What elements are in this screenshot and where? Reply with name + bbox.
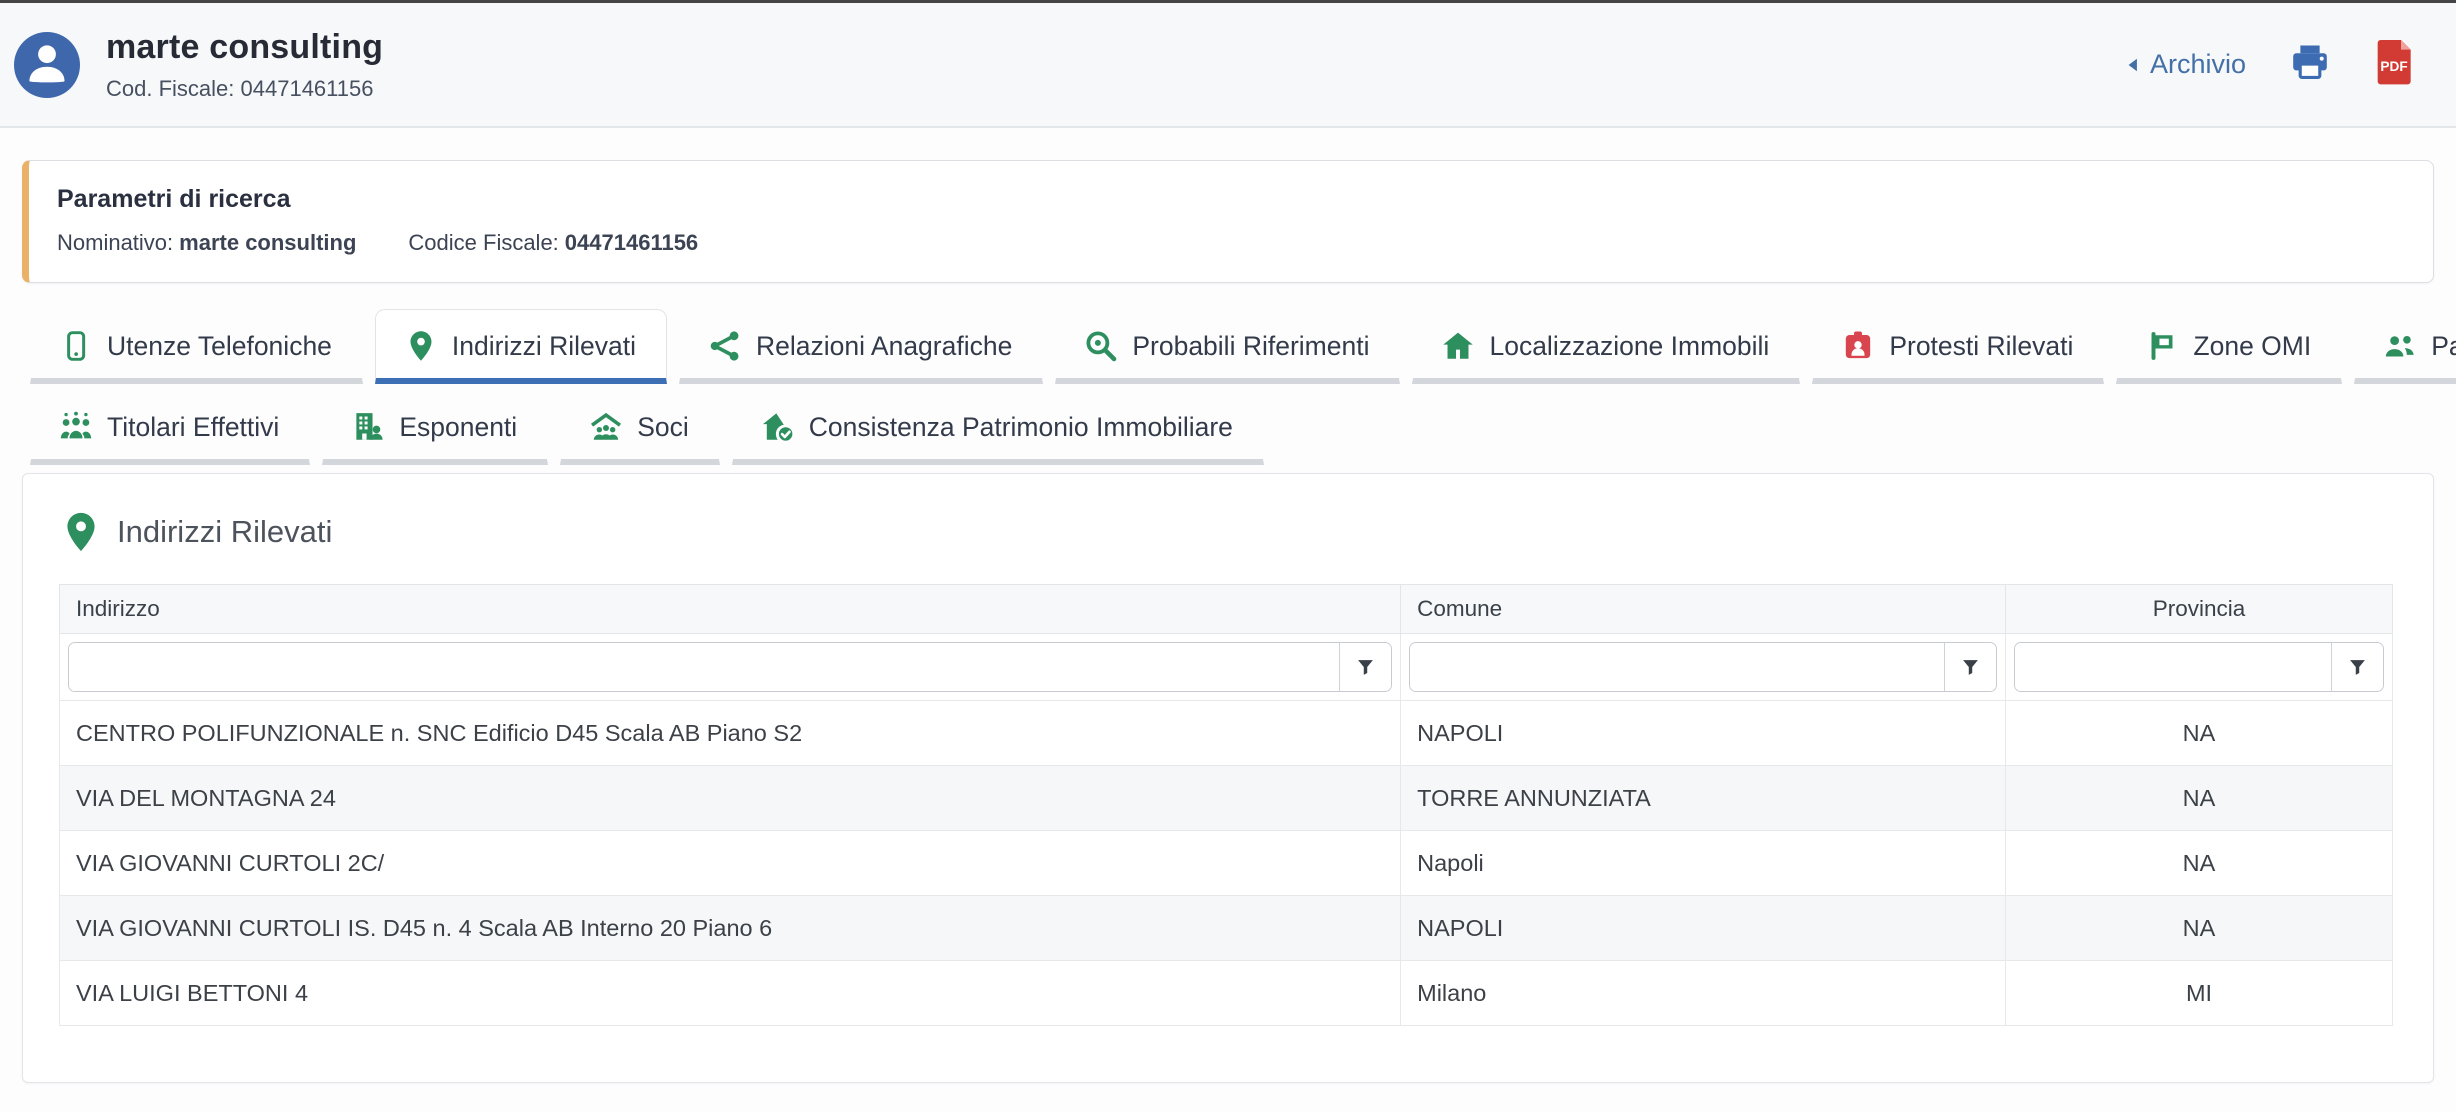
- funnel-icon[interactable]: [2331, 643, 2383, 691]
- cell-provincia: NA: [2005, 896, 2392, 961]
- section-title: Indirizzi Rilevati: [117, 514, 332, 550]
- map-pin-icon: [59, 510, 103, 554]
- cell-provincia: MI: [2005, 961, 2392, 1026]
- table-row[interactable]: VIA DEL MONTAGNA 24TORRE ANNUNZIATANA: [60, 766, 2393, 831]
- sign-icon: [2145, 329, 2179, 363]
- table-row[interactable]: VIA GIOVANNI CURTOLI 2C/NapoliNA: [60, 831, 2393, 896]
- person-icon: [21, 36, 73, 93]
- filter-box-provincia: [2014, 642, 2384, 692]
- tab-label: Indirizzi Rilevati: [452, 331, 636, 362]
- house-check-icon: [761, 410, 795, 444]
- cell-indirizzo: VIA GIOVANNI CURTOLI IS. D45 n. 4 Scala …: [60, 896, 1401, 961]
- map-pin-icon: [404, 329, 438, 363]
- cell-comune: NAPOLI: [1401, 701, 2006, 766]
- cell-comune: Milano: [1401, 961, 2006, 1026]
- pdf-file-icon: PDF: [2374, 38, 2414, 91]
- column-header-comune[interactable]: Comune: [1401, 585, 2006, 634]
- cell-provincia: NA: [2005, 766, 2392, 831]
- search-dot-icon: [1084, 329, 1118, 363]
- id-badge-icon: [1841, 329, 1875, 363]
- tab-label: Localizzazione Immobili: [1489, 331, 1769, 362]
- tab-label: Esponenti: [399, 412, 517, 443]
- archivio-link[interactable]: Archivio: [2124, 49, 2246, 80]
- cell-indirizzo: VIA GIOVANNI CURTOLI 2C/: [60, 831, 1401, 896]
- cell-provincia: NA: [2005, 701, 2392, 766]
- building-user-icon: [351, 410, 385, 444]
- tab-relazioni-anagrafiche[interactable]: Relazioni Anagrafiche: [679, 309, 1043, 384]
- funnel-icon[interactable]: [1944, 643, 1996, 691]
- cell-indirizzo: CENTRO POLIFUNZIONALE n. SNC Edificio D4…: [60, 701, 1401, 766]
- tab-bar-row-2: Titolari Effettivi Esponenti Soci Consisten…: [0, 390, 2456, 465]
- search-parameters-title: Parametri di ricerca: [57, 185, 2405, 214]
- tab-label: Probabili Riferimenti: [1132, 331, 1369, 362]
- filter-box-indirizzo: [68, 642, 1392, 692]
- table-row[interactable]: VIA GIOVANNI CURTOLI IS. D45 n. 4 Scala …: [60, 896, 2393, 961]
- tab-localizzazione-immobili[interactable]: Localizzazione Immobili: [1412, 309, 1800, 384]
- users-dots-icon: [59, 410, 93, 444]
- page-header: marte consulting Cod. Fiscale: 044714611…: [0, 3, 2456, 128]
- printer-icon: [2286, 41, 2334, 88]
- tab-label: Titolari Effettivi: [107, 412, 279, 443]
- indirizzi-rilevati-panel: Indirizzi Rilevati Indirizzo Comune Prov…: [22, 473, 2434, 1083]
- column-header-provincia[interactable]: Provincia: [2005, 585, 2392, 634]
- tab-consistenza-patrimonio-immobiliare[interactable]: Consistenza Patrimonio Immobiliare: [732, 390, 1264, 465]
- tab-soci[interactable]: Soci: [560, 390, 720, 465]
- tab-label: Soci: [637, 412, 689, 443]
- tab-indirizzi-rilevati[interactable]: Indirizzi Rilevati: [375, 309, 667, 384]
- users-icon: [2383, 329, 2417, 363]
- tab-utenze-telefoniche[interactable]: Utenze Telefoniche: [30, 309, 363, 384]
- table-row[interactable]: VIA LUIGI BETTONI 4MilanoMI: [60, 961, 2393, 1026]
- tab-bar-row-1: Utenze Telefoniche Indirizzi Rilevati Rela…: [0, 309, 2456, 384]
- share-nodes-icon: [708, 329, 742, 363]
- filter-input-provincia[interactable]: [2015, 643, 2331, 691]
- home-icon: [1441, 329, 1475, 363]
- funnel-icon[interactable]: [1339, 643, 1391, 691]
- page-title: marte consulting: [106, 28, 2124, 67]
- company-avatar: [14, 32, 80, 98]
- tab-label: Relazioni Anagrafiche: [756, 331, 1012, 362]
- filter-box-comune: [1409, 642, 1997, 692]
- tab-zone-omi[interactable]: Zone OMI: [2116, 309, 2342, 384]
- tab-partecipazioni[interactable]: Partecipazioni: [2354, 309, 2456, 384]
- cell-provincia: NA: [2005, 831, 2392, 896]
- cell-indirizzo: VIA DEL MONTAGNA 24: [60, 766, 1401, 831]
- search-parameters-card: Parametri di ricerca Nominativo:marte co…: [22, 160, 2434, 283]
- column-header-indirizzo[interactable]: Indirizzo: [60, 585, 1401, 634]
- tab-label: Utenze Telefoniche: [107, 331, 332, 362]
- cod-fiscale-line: Cod. Fiscale: 04471461156: [106, 76, 2124, 102]
- mobile-icon: [59, 329, 93, 363]
- tab-label: Zone OMI: [2193, 331, 2311, 362]
- tab-label: Partecipazioni: [2431, 331, 2456, 362]
- cell-comune: TORRE ANNUNZIATA: [1401, 766, 2006, 831]
- house-users-icon: [589, 410, 623, 444]
- tab-esponenti[interactable]: Esponenti: [322, 390, 548, 465]
- caret-left-icon: [2124, 55, 2144, 75]
- archivio-label: Archivio: [2150, 49, 2246, 80]
- nominativo-field: Nominativo:marte consulting: [57, 230, 356, 256]
- svg-text:PDF: PDF: [2380, 59, 2407, 74]
- cell-comune: NAPOLI: [1401, 896, 2006, 961]
- tab-probabili-riferimenti[interactable]: Probabili Riferimenti: [1055, 309, 1400, 384]
- export-pdf-button[interactable]: PDF: [2374, 38, 2414, 91]
- print-button[interactable]: [2286, 41, 2334, 88]
- tab-titolari-effettivi[interactable]: Titolari Effettivi: [30, 390, 310, 465]
- codice-fiscale-field: Codice Fiscale:04471461156: [408, 230, 698, 256]
- table-filter-row: [60, 634, 2393, 701]
- filter-input-comune[interactable]: [1410, 643, 1944, 691]
- tab-label: Consistenza Patrimonio Immobiliare: [809, 412, 1233, 443]
- cell-comune: Napoli: [1401, 831, 2006, 896]
- filter-input-indirizzo[interactable]: [69, 643, 1339, 691]
- tab-label: Protesti Rilevati: [1889, 331, 2073, 362]
- table-header-row: Indirizzo Comune Provincia: [60, 585, 2393, 634]
- table-row[interactable]: CENTRO POLIFUNZIONALE n. SNC Edificio D4…: [60, 701, 2393, 766]
- tab-protesti-rilevati[interactable]: Protesti Rilevati: [1812, 309, 2104, 384]
- cell-indirizzo: VIA LUIGI BETTONI 4: [60, 961, 1401, 1026]
- addresses-table: Indirizzo Comune Provincia CENTRO POLIFU…: [59, 584, 2393, 1026]
